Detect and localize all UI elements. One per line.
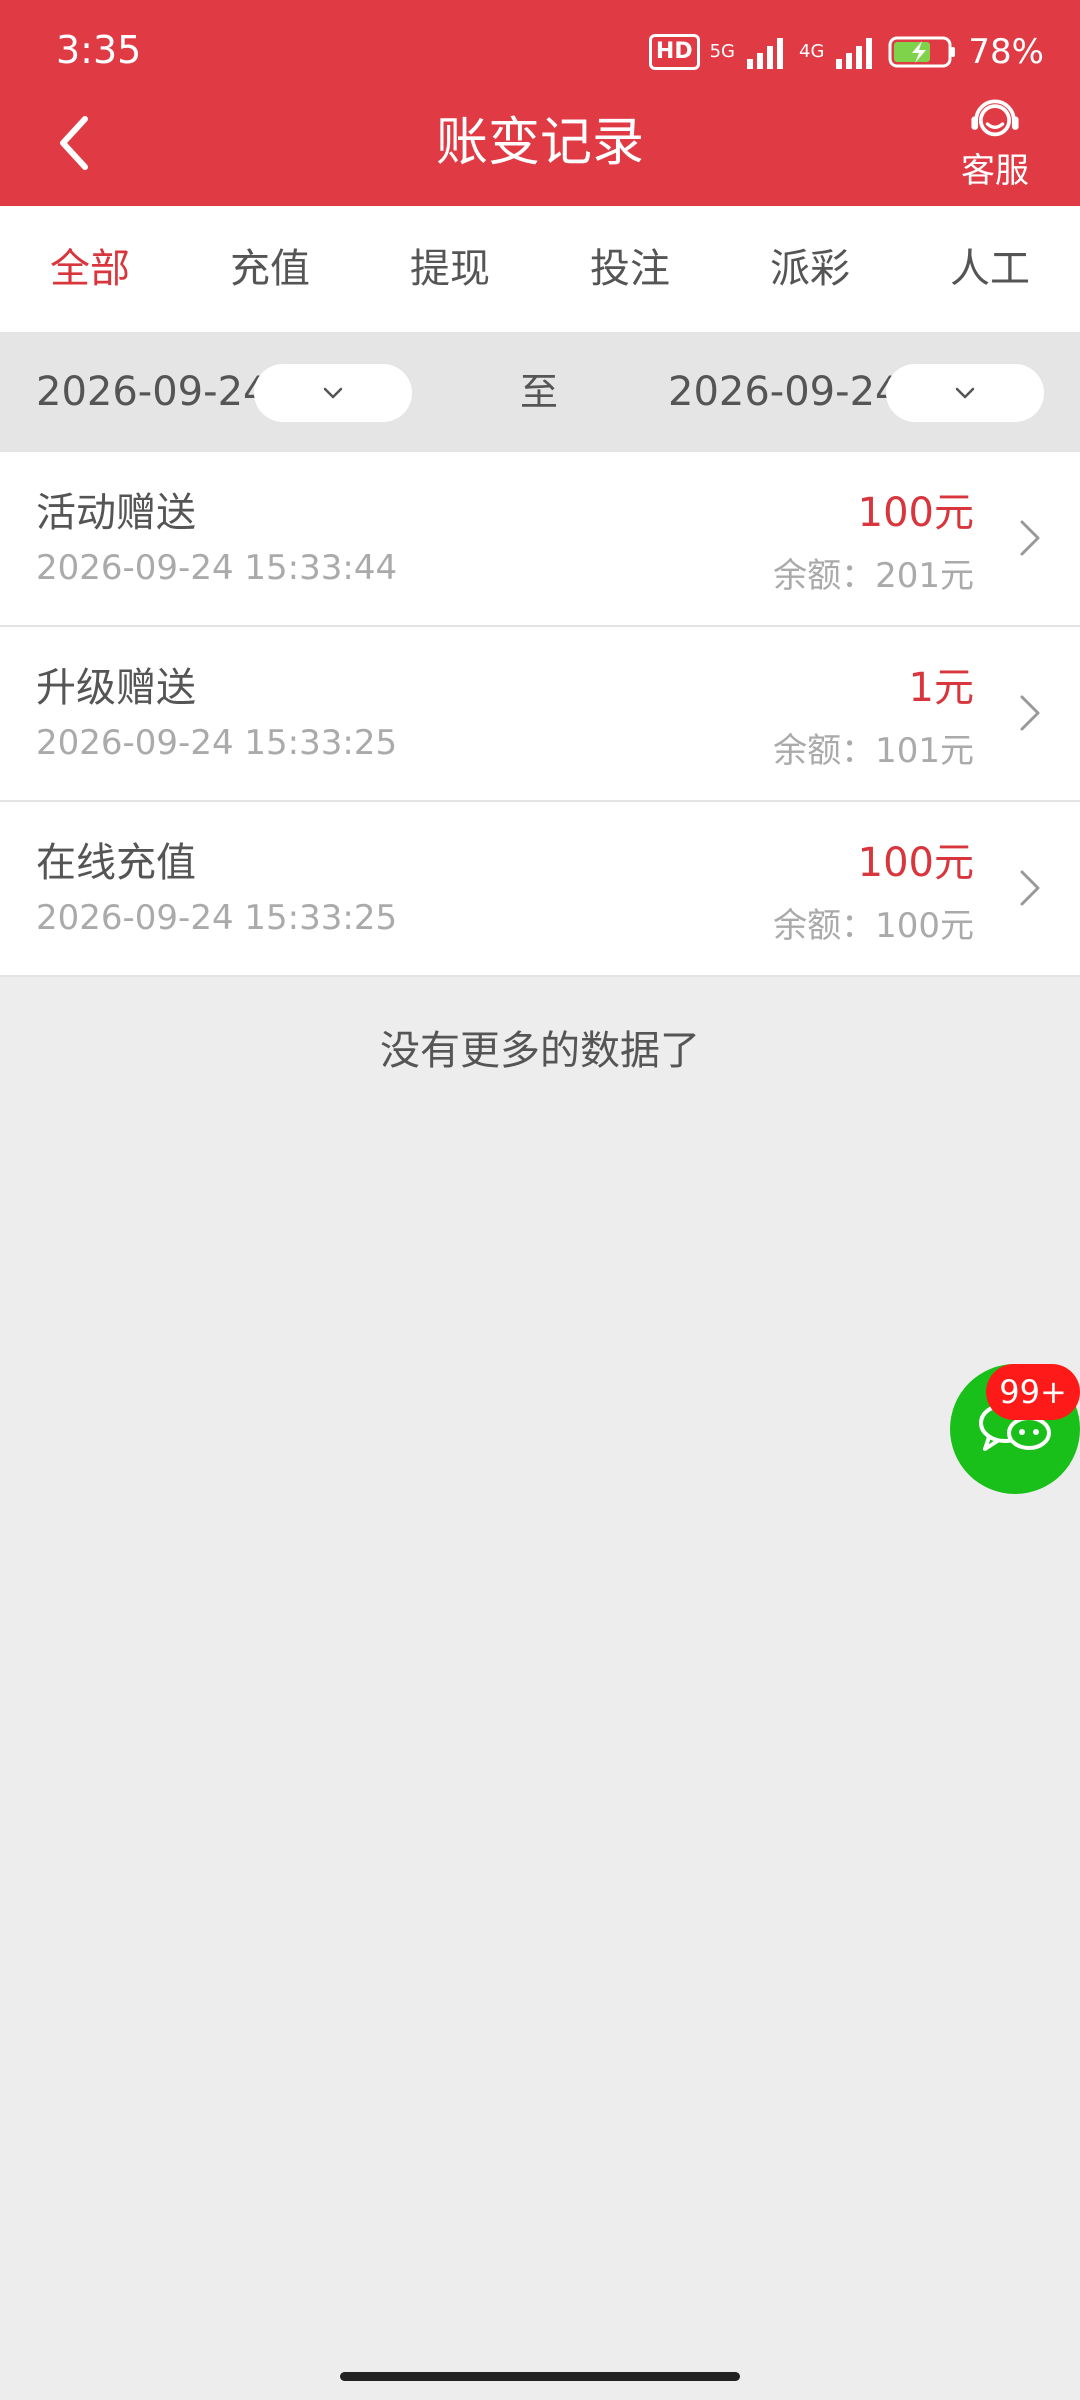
category-tabs: 全部 充值 提现 投注 派彩 人工: [0, 206, 1080, 332]
record-row[interactable]: 活动赠送 2026-09-24 15:33:44 100元 余额：201元: [0, 452, 1080, 627]
battery-percent: 78%: [968, 32, 1044, 72]
status-time: 3:35: [56, 28, 142, 72]
tab-recharge[interactable]: 充值: [180, 206, 360, 332]
customer-service-label: 客服: [961, 151, 1029, 191]
page-title: 账变记录: [435, 113, 644, 173]
status-icons: HD 5G 4G 78%: [648, 30, 1044, 74]
end-date-dropdown[interactable]: [886, 364, 1044, 422]
end-date-text: 2026-09-24: [668, 369, 901, 415]
record-row[interactable]: 升级赠送 2026-09-24 15:33:25 1元 余额：101元: [0, 627, 1080, 802]
chevron-right-icon: [1020, 870, 1040, 906]
record-row[interactable]: 在线充值 2026-09-24 15:33:25 100元 余额：100元: [0, 802, 1080, 977]
unread-badge: 99+: [986, 1364, 1080, 1420]
record-amount: 100元: [857, 490, 974, 536]
record-list: 活动赠送 2026-09-24 15:33:44 100元 余额：201元 升级…: [0, 452, 1080, 977]
record-type: 在线充值: [36, 840, 196, 886]
chevron-down-icon: [323, 387, 343, 399]
chevron-right-icon: [1020, 695, 1040, 731]
no-more-data-text: 没有更多的数据了: [380, 1028, 700, 1074]
signal-icon: [836, 38, 873, 69]
battery-icon: [888, 36, 956, 68]
chevron-down-icon: [955, 387, 975, 399]
record-time: 2026-09-24 15:33:25: [36, 723, 398, 763]
record-type: 活动赠送: [36, 490, 196, 536]
chevron-right-icon: [1020, 520, 1040, 556]
tab-bet[interactable]: 投注: [540, 206, 720, 332]
hd-icon: HD: [648, 34, 700, 70]
customer-service-button[interactable]: 客服: [940, 92, 1050, 192]
date-filter-bar: 2026-09-24 至 2026-09-24: [0, 332, 1080, 452]
net-5g-label: 5G: [709, 41, 736, 62]
record-amount: 1元: [908, 665, 974, 711]
record-balance: 余额：201元: [773, 556, 974, 596]
headset-icon: [971, 99, 1019, 137]
tab-withdraw[interactable]: 提现: [360, 206, 540, 332]
tab-manual[interactable]: 人工: [900, 206, 1080, 332]
record-amount: 100元: [857, 840, 974, 886]
signal-icon: [747, 38, 784, 69]
record-type: 升级赠送: [36, 665, 196, 711]
tab-all[interactable]: 全部: [0, 206, 180, 332]
home-indicator[interactable]: [340, 2372, 740, 2381]
record-time: 2026-09-24 15:33:25: [36, 898, 398, 938]
date-range-separator: 至: [520, 370, 559, 414]
start-date-text: 2026-09-24: [36, 369, 269, 415]
app-header: 3:35 HD 5G 4G 78% 账变记录 客服: [0, 0, 1080, 206]
tab-payout[interactable]: 派彩: [720, 206, 900, 332]
record-balance: 余额：101元: [773, 731, 974, 771]
net-4g-label: 4G: [799, 41, 825, 62]
record-time: 2026-09-24 15:33:44: [36, 548, 398, 588]
record-balance: 余额：100元: [773, 906, 974, 946]
start-date-dropdown[interactable]: [254, 364, 412, 422]
